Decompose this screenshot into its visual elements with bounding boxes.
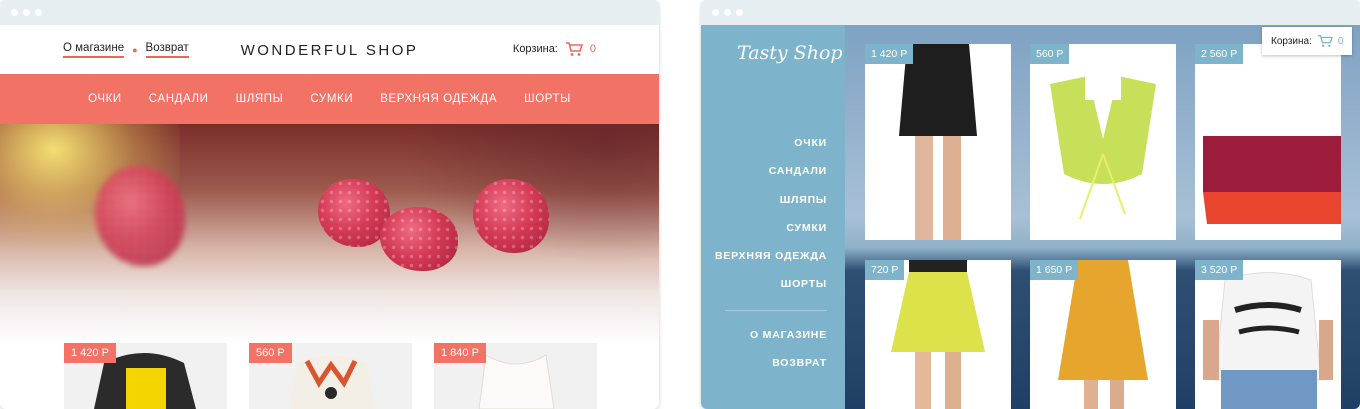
product-grid: 1 420 Р 560 Р 1 840 Р — [64, 343, 597, 409]
window-dot-icon[interactable] — [736, 9, 743, 16]
product-card[interactable]: 1 840 Р — [434, 343, 597, 409]
menu-divider — [725, 309, 827, 311]
cart-widget[interactable]: Корзина: 0 — [513, 41, 596, 57]
window-dot-icon[interactable] — [35, 9, 42, 16]
sidebar-item-sandals[interactable]: САНДАЛИ — [715, 165, 827, 193]
product-card[interactable]: 1 420 Р — [865, 44, 1011, 240]
price-tag: 2 560 Р — [1195, 44, 1244, 64]
price-tag: 560 Р — [1030, 44, 1070, 64]
nav-item-bags[interactable]: СУМКИ — [310, 93, 353, 105]
window-dot-icon[interactable] — [724, 9, 731, 16]
sidebar-item-shorts[interactable]: ШОРТЫ — [715, 278, 827, 306]
sidebar-menu: ОЧКИ САНДАЛИ ШЛЯПЫ СУМКИ ВЕРХНЯЯ ОДЕЖДА … — [715, 137, 827, 385]
product-image — [865, 260, 1011, 409]
cart-widget[interactable]: Корзина: 0 — [1262, 27, 1352, 55]
product-image — [1030, 260, 1176, 409]
price-tag: 1 420 Р — [64, 343, 116, 363]
price-tag: 1 840 Р — [434, 343, 486, 363]
product-card[interactable]: 720 Р — [865, 260, 1011, 409]
cart-label: Корзина: — [512, 43, 558, 55]
product-image — [1195, 260, 1341, 409]
sidebar-item-hats[interactable]: ШЛЯПЫ — [715, 194, 827, 222]
category-nav: ОЧКИ САНДАЛИ ШЛЯПЫ СУМКИ ВЕРХНЯЯ ОДЕЖДА … — [0, 74, 659, 124]
nav-item-shorts[interactable]: ШОРТЫ — [524, 93, 571, 105]
product-image — [1030, 44, 1176, 240]
price-tag: 3 520 Р — [1195, 260, 1244, 280]
sidebar-item-returns[interactable]: ВОЗВРАТ — [715, 357, 827, 385]
product-card[interactable]: 1 650 Р — [1030, 260, 1176, 409]
window-titlebar — [701, 0, 1360, 25]
sidebar-item-glasses[interactable]: ОЧКИ — [715, 137, 827, 165]
product-card[interactable]: 3 520 Р — [1195, 260, 1341, 409]
cart-count: 0 — [589, 43, 596, 55]
window-titlebar — [0, 0, 659, 25]
nav-item-glasses[interactable]: ОЧКИ — [88, 93, 122, 105]
nav-item-sandals[interactable]: САНДАЛИ — [149, 93, 209, 105]
price-tag: 1 420 Р — [865, 44, 914, 64]
brand-logo[interactable]: Tasty Shop — [737, 42, 843, 64]
cart-label: Корзина: — [1271, 35, 1312, 47]
product-card[interactable]: 1 420 Р — [64, 343, 227, 409]
product-image — [1195, 44, 1341, 240]
sidebar-item-bags[interactable]: СУМКИ — [715, 222, 827, 250]
site-header: О магазине ● Возврат WONDERFUL SHOP Корз… — [0, 25, 659, 74]
nav-item-outerwear[interactable]: ВЕРХНЯЯ ОДЕЖДА — [380, 93, 497, 105]
sidebar: Tasty Shop ОЧКИ САНДАЛИ ШЛЯПЫ СУМКИ ВЕРХ… — [701, 25, 845, 409]
window-dot-icon[interactable] — [712, 9, 719, 16]
window-dot-icon[interactable] — [23, 9, 30, 16]
product-card[interactable]: 560 Р — [1030, 44, 1176, 240]
nav-item-hats[interactable]: ШЛЯПЫ — [236, 93, 284, 105]
product-image — [865, 44, 1011, 240]
window-dot-icon[interactable] — [11, 9, 18, 16]
cart-count: 0 — [1337, 35, 1344, 47]
sidebar-item-about[interactable]: О МАГАЗИНЕ — [715, 329, 827, 357]
price-tag: 720 Р — [865, 260, 905, 280]
hero-banner-image — [0, 124, 659, 344]
price-tag: 1 650 Р — [1030, 260, 1079, 280]
raspberry-image — [473, 179, 549, 253]
product-card[interactable]: 2 560 Р — [1195, 44, 1341, 240]
cart-icon[interactable] — [565, 41, 583, 57]
price-tag: 560 Р — [249, 343, 292, 363]
sidebar-item-outerwear[interactable]: ВЕРХНЯЯ ОДЕЖДА — [715, 250, 827, 278]
raspberry-image — [380, 207, 458, 271]
tasty-shop-window: Tasty Shop ОЧКИ САНДАЛИ ШЛЯПЫ СУМКИ ВЕРХ… — [701, 0, 1360, 409]
wonderful-shop-window: О магазине ● Возврат WONDERFUL SHOP Корз… — [0, 0, 659, 409]
product-card[interactable]: 560 Р — [249, 343, 412, 409]
product-area: Корзина: 0 1 420 Р 560 Р 2 560 Р 720 Р 1… — [845, 25, 1360, 409]
cart-icon[interactable] — [1317, 34, 1333, 48]
